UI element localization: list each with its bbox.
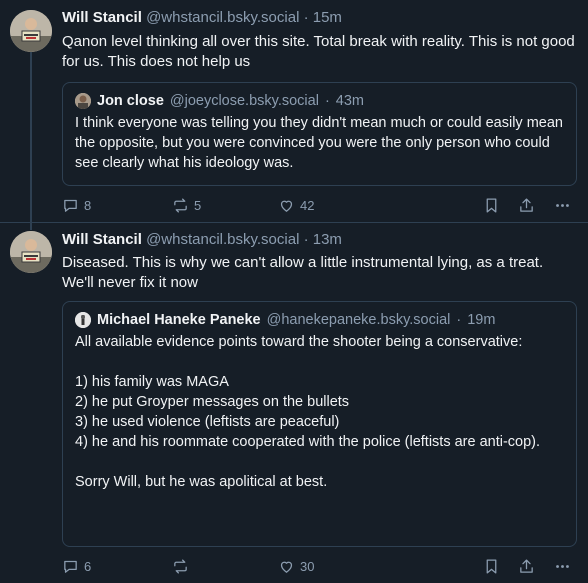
bookmark-button[interactable] — [483, 558, 500, 575]
author-handle[interactable]: @whstancil.bsky.social — [146, 231, 299, 248]
bookmark-button[interactable] — [483, 197, 500, 214]
author-name[interactable]: Will Stancil — [62, 231, 142, 248]
repost-icon — [174, 559, 187, 574]
share-button[interactable] — [518, 197, 535, 214]
repost-button[interactable]: 5 — [172, 197, 201, 214]
author-name[interactable]: Will Stancil — [62, 9, 142, 26]
like-count: 42 — [300, 198, 315, 213]
separator: · — [303, 231, 309, 248]
post-actions: 8 5 42 — [62, 197, 577, 219]
heart-icon — [280, 561, 293, 573]
avatar[interactable] — [10, 231, 52, 273]
post[interactable]: Will Stancil @whstancil.bsky.social · 15… — [0, 0, 588, 230]
quote-text: All available evidence points toward the… — [75, 334, 541, 490]
quote-handle: @joeyclose.bsky.social — [169, 93, 319, 109]
post-header: Will Stancil @whstancil.bsky.social · 15… — [62, 9, 342, 26]
reply-icon — [64, 560, 77, 573]
reply-button[interactable]: 6 — [62, 558, 91, 575]
quote-timestamp: 43m — [335, 93, 364, 109]
timestamp[interactable]: 13m — [313, 231, 342, 248]
quote-header: Jon close @joeyclose.bsky.social · 43m — [75, 93, 564, 109]
reply-button[interactable]: 8 — [62, 197, 91, 214]
reply-icon — [64, 199, 77, 212]
quoted-post[interactable]: Jon close @joeyclose.bsky.social · 43m I… — [62, 82, 577, 186]
bookmark-icon — [486, 198, 497, 213]
separator: · — [324, 93, 330, 109]
post-text: Diseased. This is why we can't allow a l… — [62, 254, 544, 291]
like-button[interactable]: 42 — [278, 197, 314, 214]
like-button[interactable]: 30 — [278, 558, 314, 575]
quote-avatar — [75, 93, 91, 109]
post-header: Will Stancil @whstancil.bsky.social · 13… — [62, 231, 342, 248]
post-text: Qanon level thinking all over this site.… — [62, 33, 575, 70]
bookmark-icon — [486, 559, 497, 574]
reply-count: 8 — [84, 198, 92, 213]
like-count: 30 — [300, 559, 315, 574]
quote-text: I think everyone was telling you they di… — [75, 115, 563, 171]
share-icon — [520, 198, 533, 212]
avatar[interactable] — [10, 10, 52, 52]
thread-line — [30, 52, 32, 230]
timestamp[interactable]: 15m — [313, 9, 342, 26]
more-button[interactable] — [554, 197, 571, 214]
more-icon — [556, 565, 569, 568]
heart-icon — [280, 200, 293, 212]
author-handle[interactable]: @whstancil.bsky.social — [146, 9, 299, 26]
share-button[interactable] — [518, 558, 535, 575]
post-actions: 6 30 — [62, 558, 577, 580]
quote-avatar — [75, 312, 91, 328]
separator: · — [456, 312, 462, 328]
more-button[interactable] — [554, 558, 571, 575]
quote-timestamp: 19m — [467, 312, 496, 328]
repost-icon — [174, 198, 187, 213]
quote-header: Michael Haneke Paneke @hanekepaneke.bsky… — [75, 312, 564, 328]
share-icon — [520, 559, 533, 573]
quote-author: Jon close — [97, 93, 164, 109]
more-icon — [556, 204, 569, 207]
repost-count: 5 — [194, 198, 202, 213]
reply-count: 6 — [84, 559, 92, 574]
repost-button[interactable] — [172, 558, 194, 575]
post[interactable]: Will Stancil @whstancil.bsky.social · 13… — [0, 222, 588, 583]
quoted-post[interactable]: Michael Haneke Paneke @hanekepaneke.bsky… — [62, 301, 577, 547]
separator: · — [303, 9, 309, 26]
quote-handle: @hanekepaneke.bsky.social — [266, 312, 451, 328]
quote-author: Michael Haneke Paneke — [97, 312, 261, 328]
